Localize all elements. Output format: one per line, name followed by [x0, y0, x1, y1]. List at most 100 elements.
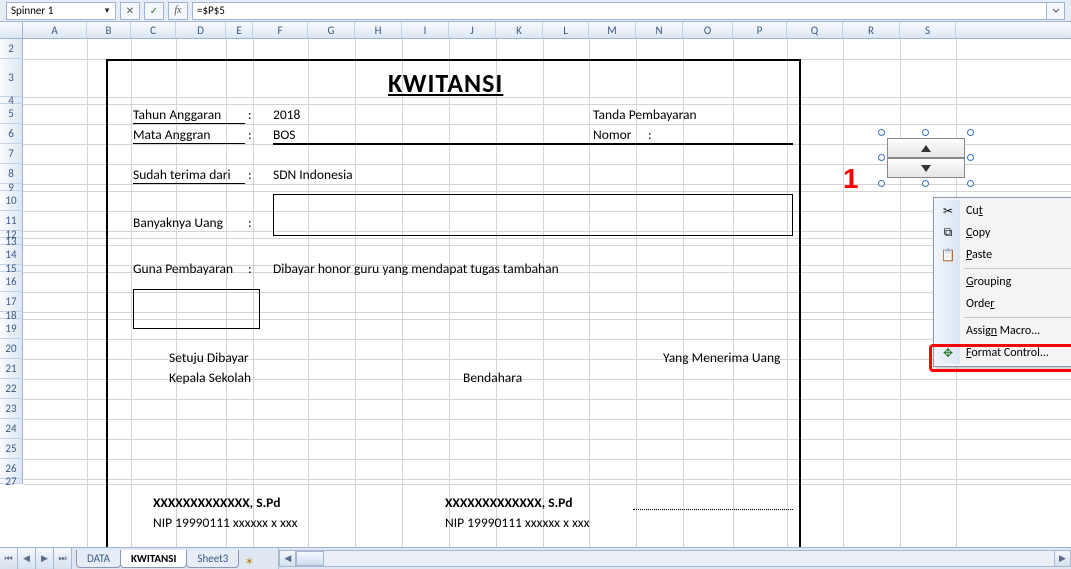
row-header[interactable]: 7: [0, 144, 23, 164]
column-header[interactable]: P: [733, 22, 787, 38]
row-header[interactable]: 27: [0, 479, 23, 484]
name-box[interactable]: Spinner 1 ▼: [6, 2, 116, 20]
selection-handle[interactable]: [878, 180, 885, 187]
column-header[interactable]: B: [87, 22, 131, 38]
new-sheet-button[interactable]: ✶: [240, 553, 258, 569]
row-header[interactable]: 21: [0, 359, 23, 379]
setuju-label: Setuju Dibayar: [169, 349, 249, 366]
tab-nav-first[interactable]: ⏮: [0, 548, 18, 569]
menu-copy[interactable]: ⧉ Copy: [936, 222, 1071, 244]
guna-value: Dibayar honor guru yang mendapat tugas t…: [273, 260, 559, 277]
selection-handle[interactable]: [878, 154, 885, 161]
column-header[interactable]: S: [900, 22, 956, 38]
row-header[interactable]: 2: [0, 39, 23, 59]
formula-input[interactable]: =$P$5: [192, 2, 1047, 20]
enter-formula-button[interactable]: ✓: [144, 2, 164, 20]
nomor-label: Nomor: [593, 126, 631, 143]
formula-expand-button[interactable]: [1047, 2, 1065, 20]
select-all-corner[interactable]: [0, 22, 23, 38]
column-header[interactable]: D: [176, 22, 226, 38]
column-header[interactable]: E: [226, 22, 253, 38]
tahun-underline: [133, 123, 245, 124]
column-header[interactable]: N: [636, 22, 683, 38]
selection-handle[interactable]: [967, 154, 974, 161]
nomor-colon: :: [648, 126, 652, 143]
menu-order[interactable]: Order▶: [936, 293, 1071, 315]
sheet-tab-kwitansi[interactable]: KWITANSI: [120, 550, 187, 568]
column-header[interactable]: O: [683, 22, 733, 38]
banyak-label: Banyaknya Uang: [133, 214, 223, 231]
row-header[interactable]: 4: [0, 97, 23, 104]
spinner-control[interactable]: [881, 132, 971, 184]
row-header[interactable]: 25: [0, 439, 23, 459]
row-header[interactable]: 10: [0, 191, 23, 211]
guna-colon: :: [248, 260, 252, 277]
horizontal-scrollbar[interactable]: ◀ ▶: [278, 548, 1071, 569]
menu-assign-macro[interactable]: Assign Macro...: [936, 320, 1071, 342]
scroll-thumb[interactable]: [296, 551, 324, 566]
column-header[interactable]: I: [402, 22, 449, 38]
tab-nav-next[interactable]: ▶: [36, 548, 54, 569]
column-header[interactable]: F: [253, 22, 308, 38]
row-header[interactable]: 5: [0, 104, 23, 124]
selection-handle[interactable]: [922, 180, 929, 187]
menu-cut[interactable]: ✂ Cut: [936, 200, 1071, 222]
spinner-up-button[interactable]: [887, 138, 965, 158]
row-header[interactable]: 6: [0, 124, 23, 144]
receipt-title: KWITANSI: [388, 67, 503, 99]
name2: XXXXXXXXXXXXX, S.Pd: [445, 494, 572, 511]
copy-icon: ⧉: [940, 225, 956, 241]
menu-separator: [964, 317, 1071, 318]
menu-separator: [964, 268, 1071, 269]
cancel-formula-button[interactable]: ✕: [120, 2, 140, 20]
tab-nav-last[interactable]: ⏭: [54, 548, 72, 569]
row-header[interactable]: 9: [0, 184, 23, 191]
row-header[interactable]: 16: [0, 272, 23, 292]
row-header[interactable]: 22: [0, 379, 23, 399]
tab-nav-buttons: ⏮ ◀ ▶ ⏭: [0, 548, 72, 569]
column-header[interactable]: K: [496, 22, 543, 38]
scroll-track[interactable]: [296, 550, 1054, 567]
mata-value: BOS: [273, 126, 296, 143]
sheet-tab-label: DATA: [87, 552, 110, 565]
menu-paste[interactable]: 📋 Paste: [936, 244, 1071, 266]
sheet-tab-sheet3[interactable]: Sheet3: [186, 550, 239, 568]
column-header[interactable]: J: [449, 22, 496, 38]
spinner-down-button[interactable]: [887, 158, 965, 178]
column-header[interactable]: Q: [787, 22, 843, 38]
fx-button[interactable]: fx: [168, 2, 188, 20]
row-header[interactable]: 23: [0, 399, 23, 419]
sheet-tab-data[interactable]: DATA: [76, 550, 121, 568]
row-headers: 2345678910111213141516171819202122232425…: [0, 39, 23, 484]
scroll-left-button[interactable]: ◀: [279, 550, 296, 567]
sudah-underline: [133, 183, 245, 184]
column-header[interactable]: L: [543, 22, 589, 38]
row-header[interactable]: 18: [0, 312, 23, 319]
column-header[interactable]: H: [355, 22, 402, 38]
fx-label: fx: [174, 5, 181, 16]
column-header[interactable]: C: [131, 22, 176, 38]
menu-grouping[interactable]: Grouping▶: [936, 271, 1071, 293]
selection-handle[interactable]: [878, 129, 885, 136]
column-header[interactable]: R: [843, 22, 900, 38]
name-box-dropdown-icon[interactable]: ▼: [103, 6, 111, 16]
column-header[interactable]: G: [308, 22, 355, 38]
row-header[interactable]: 3: [0, 59, 23, 97]
row-header[interactable]: 19: [0, 319, 23, 339]
row-header[interactable]: 13: [0, 238, 23, 245]
row-header[interactable]: 24: [0, 419, 23, 439]
sudah-colon: :: [248, 166, 252, 183]
column-header[interactable]: M: [589, 22, 636, 38]
selection-handle[interactable]: [967, 129, 974, 136]
row-header[interactable]: 15: [0, 265, 23, 272]
row-header[interactable]: 20: [0, 339, 23, 359]
menu-format-control[interactable]: ✥ Format Control...: [936, 342, 1071, 364]
selection-handle[interactable]: [967, 180, 974, 187]
tab-nav-prev[interactable]: ◀: [18, 548, 36, 569]
sheet-tab-bar: ⏮ ◀ ▶ ⏭ DATA KWITANSI Sheet3 ✶ ◀ ▶: [0, 547, 1071, 569]
selection-handle[interactable]: [922, 129, 929, 136]
scroll-right-button[interactable]: ▶: [1054, 550, 1071, 567]
mata-underline: [133, 143, 245, 144]
column-header[interactable]: A: [23, 22, 87, 38]
sudah-label: Sudah terima dari: [133, 166, 231, 183]
